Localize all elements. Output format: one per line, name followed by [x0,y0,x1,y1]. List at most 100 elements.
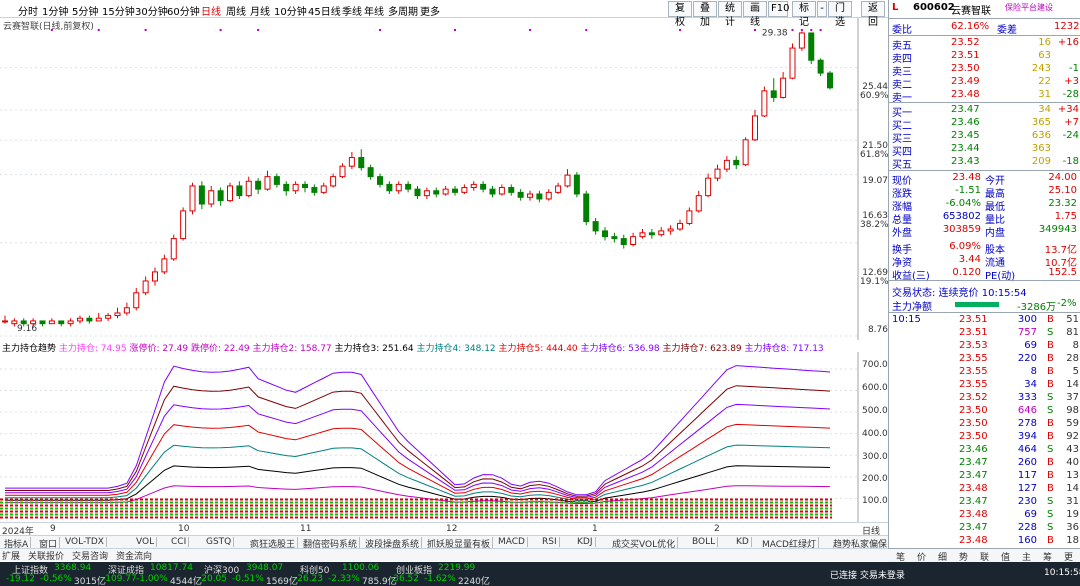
candle [180,207,187,241]
candle [170,234,177,262]
candle-body [630,236,637,246]
tick-volume: 394 [1017,431,1037,442]
candle-body [611,236,618,240]
book-change: -28 [1062,89,1079,100]
tick-side: S [1047,522,1054,533]
book-row[interactable]: 卖四 23.51 63 [889,50,1080,65]
index-value: 10817.74 [150,563,193,573]
candle [489,185,496,198]
ind-tick: 700.0 [862,360,888,370]
tick-volume: 278 [1017,418,1037,429]
select-button[interactable]: 门选 [828,1,852,28]
candlestick-chart[interactable]: 29.38 9.16 [0,18,888,340]
tick-price: 23.48 [959,509,988,520]
book-volume: 636 [1031,130,1051,141]
stat-value: 1.75 [1054,211,1077,222]
candle-body [358,157,365,169]
period-item[interactable]: 季线 [342,3,362,18]
book-row[interactable]: 买一 23.47 34 +34 [889,104,1080,119]
book-row[interactable]: 买二 23.46 365 +7 [889,117,1080,132]
period-item[interactable]: 5分钟 [72,3,98,18]
book-row[interactable]: 买三 23.45 636 -24 [889,130,1080,145]
book-row[interactable]: 卖三 23.50 243 -1 [889,63,1080,78]
candle [639,229,646,239]
stat-row: 总量 653802 量比 1.75 [889,211,1080,226]
indicator-tab[interactable]: VOL-TDX [63,537,107,547]
candle [264,170,271,191]
candle-body [527,193,533,198]
tick-row: 23.50 278 B 59 [889,418,1080,431]
indicator-tab[interactable]: BOLL [690,537,719,547]
tick-row: 10:15 23.51 300 B 51 [889,314,1080,327]
f10-button[interactable]: F10 [768,1,789,17]
indicator-tab[interactable]: CCI [169,537,190,547]
signal-dot [800,29,803,31]
candle [752,110,758,142]
period-item[interactable]: 60分钟 [167,3,200,18]
fuquan-button[interactable]: 复权 [668,1,692,28]
status-bar: 已连接 交易未登录 10:15:58 上证指数3368.94-19.12-0.5… [0,562,1080,586]
indicator-tab[interactable]: MACD [496,537,528,547]
period-item[interactable]: 15分钟 [102,3,135,18]
indicator-tab[interactable]: GSTQ [204,537,235,547]
overlay-button[interactable]: 叠加 [693,1,717,28]
period-item-active[interactable]: 日线 [201,3,221,18]
period-item[interactable]: 1分钟 [42,3,68,18]
tick-volume: 260 [1017,457,1037,468]
indicator-tab[interactable]: RSI [540,537,560,547]
tick-side: S [1047,405,1054,416]
tab-related[interactable]: 关联报价 [28,549,64,562]
period-item[interactable]: 多周期 [388,3,418,18]
back-button[interactable]: 返回 [861,1,885,28]
book-row[interactable]: 卖二 23.49 22 +3 [889,76,1080,91]
book-price: 23.46 [951,117,980,128]
tab-fund[interactable]: 资金流向 [116,549,152,562]
period-item[interactable]: 30分钟 [135,3,168,18]
candle-body [808,32,815,61]
index-amount: 2240亿 [458,577,490,586]
indicator-tab[interactable]: KD [734,537,752,547]
period-item[interactable]: 周线 [226,3,246,18]
candle-body [152,271,158,282]
minus-button[interactable]: - [817,1,827,17]
signal-dot [754,29,756,31]
period-item[interactable]: 月线 [250,3,270,18]
signal-dot [379,29,381,31]
signal-dot [791,29,794,31]
tab-trade[interactable]: 交易咨询 [72,549,108,562]
book-row[interactable]: 买五 23.43 209 -18 [889,156,1080,171]
candle [808,32,815,65]
weibi-row: 委比 62.16% 委差 1232 [889,21,1080,36]
stat-row: 外盘 303859 内盘 349943 [889,224,1080,239]
stats-button[interactable]: 统计 [718,1,742,28]
indicator-tab[interactable]: VOL [134,537,158,547]
candle-body [723,159,730,170]
book-change: +7 [1064,117,1079,128]
book-row[interactable]: 买四 23.44 363 [889,143,1080,158]
period-item[interactable]: 更多 [420,3,440,18]
tick-volume: 464 [1017,444,1037,455]
period-item[interactable]: 10分钟 [274,3,307,18]
candle [414,185,421,199]
candle-body [86,317,93,322]
book-row[interactable]: 卖一 23.48 31 -28 [889,89,1080,104]
tab-expand[interactable]: 扩展 [2,549,20,562]
tick-row: 23.48 127 B 14 [889,483,1080,496]
high-label: 29.38 [762,28,788,38]
indicator-chart[interactable] [0,352,888,522]
candle [217,187,224,206]
mark-button[interactable]: 标记 [792,1,816,28]
book-row[interactable]: 卖五 23.52 16 +16 [889,37,1080,52]
candle-body [480,183,487,190]
book-price: 23.48 [951,89,980,100]
weibi-label: 委比 [892,25,912,36]
book-change: +3 [1064,76,1079,87]
draw-button[interactable]: 画线 [743,1,767,28]
pct-tick: 38.2% [860,220,889,230]
period-item[interactable]: 45日线 [308,3,341,18]
period-item[interactable]: 年线 [364,3,384,18]
period-item[interactable]: 分时 [18,3,38,18]
candle [508,184,515,196]
indicator-tab[interactable]: KDJ [575,537,596,547]
candle-body [414,188,421,197]
